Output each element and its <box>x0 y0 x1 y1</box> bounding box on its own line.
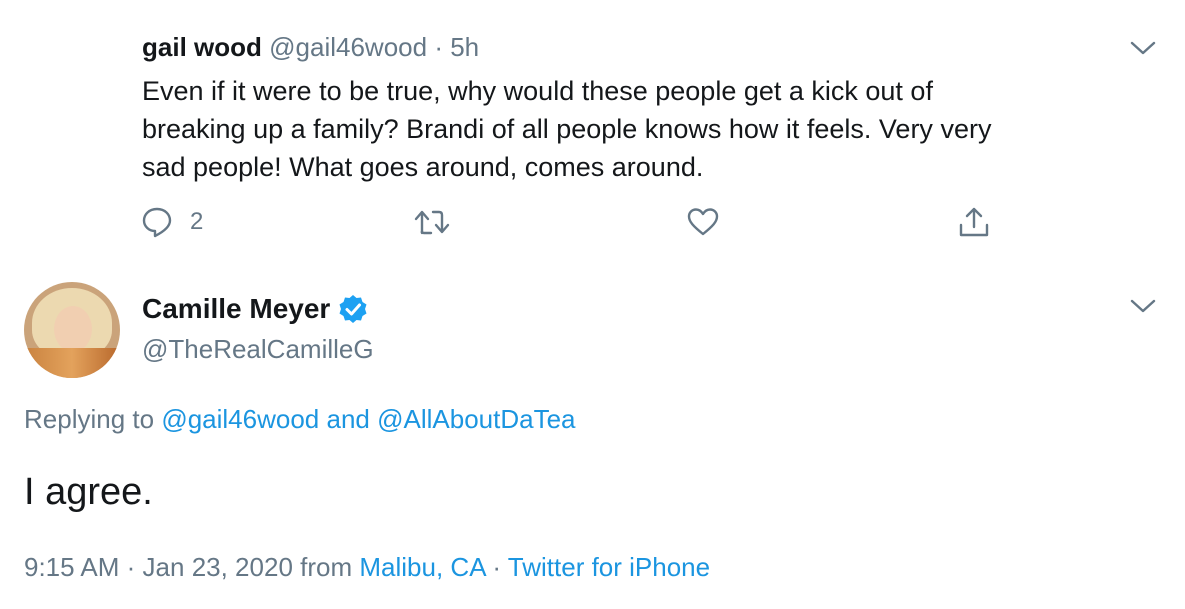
avatar-shirt <box>24 348 120 378</box>
retweet-button[interactable] <box>413 204 451 240</box>
reply-header-separator: · <box>434 32 443 62</box>
reply-author-name[interactable]: gail wood <box>142 32 262 62</box>
tweet-thread: gail wood @gail46wood · 5h Even if it we… <box>0 0 1185 609</box>
reply-tweet-header: gail wood @gail46wood · 5h <box>142 30 479 64</box>
tweet-source-link[interactable]: Twitter for iPhone <box>508 552 710 582</box>
like-button[interactable] <box>686 204 720 240</box>
avatar-face <box>54 306 92 352</box>
reply-author-handle[interactable]: @gail46wood <box>269 32 427 62</box>
tweet-location-link[interactable]: Malibu, CA <box>359 552 485 582</box>
tweet-meta: 9:15 AM · Jan 23, 2020 from Malibu, CA ·… <box>24 550 710 584</box>
meta-from: from <box>300 552 353 582</box>
main-author-handle[interactable]: @TheRealCamilleG <box>142 332 374 366</box>
share-button[interactable] <box>957 204 991 240</box>
retweet-icon <box>413 205 451 239</box>
tweet-time[interactable]: 9:15 AM <box>24 552 119 582</box>
main-tweet-text: I agree. <box>24 471 153 513</box>
replying-prefix: Replying to <box>24 404 155 434</box>
chevron-down-icon[interactable] <box>1130 40 1156 56</box>
reply-timestamp[interactable]: 5h <box>450 32 479 62</box>
reply-button[interactable]: 2 <box>140 204 203 240</box>
avatar[interactable] <box>24 282 120 378</box>
reply-text-line: sad people! What goes around, comes arou… <box>142 152 704 182</box>
chevron-down-icon[interactable] <box>1130 298 1156 314</box>
replying-and[interactable]: and <box>327 404 370 434</box>
meta-separator: · <box>126 552 136 582</box>
replying-to: Replying to @gail46wood and @AllAboutDaT… <box>24 402 576 436</box>
verified-badge-icon <box>338 294 368 324</box>
replying-user-link[interactable]: @AllAboutDaTea <box>377 404 575 434</box>
reply-text-line: Even if it were to be true, why would th… <box>142 76 933 106</box>
reply-text-line: breaking up a family? Brandi of all peop… <box>142 114 992 144</box>
meta-separator: · <box>492 552 502 582</box>
reply-tweet-text: Even if it were to be true, why would th… <box>142 72 1142 186</box>
heart-icon <box>686 205 720 239</box>
main-author-name[interactable]: Camille Meyer <box>142 292 330 326</box>
reply-count: 2 <box>190 208 204 235</box>
replying-user-link[interactable]: @gail46wood <box>161 404 319 434</box>
main-author-name-row[interactable]: Camille Meyer <box>142 292 368 326</box>
reply-icon <box>140 205 174 239</box>
tweet-date[interactable]: Jan 23, 2020 <box>143 552 293 582</box>
share-icon <box>957 205 991 239</box>
